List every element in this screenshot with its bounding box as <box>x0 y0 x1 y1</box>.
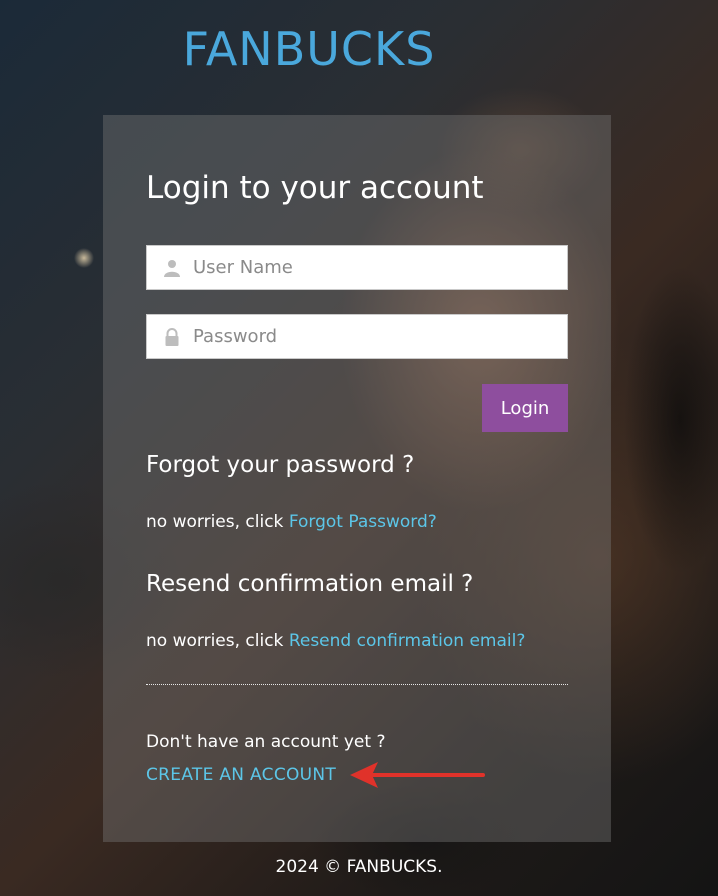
user-icon <box>164 260 180 277</box>
resend-text: no worries, click Resend confirmation em… <box>146 631 525 651</box>
forgot-text: no worries, click Forgot Password? <box>146 512 437 532</box>
password-field[interactable] <box>146 314 568 359</box>
divider <box>146 684 568 685</box>
red-arrow-icon <box>350 762 485 788</box>
page-title: Login to your account <box>146 170 484 206</box>
resend-prefix: no worries, click <box>146 631 289 651</box>
password-input[interactable] <box>193 315 553 358</box>
brand-logo[interactable]: FANBUCKS <box>0 22 618 76</box>
resend-heading: Resend confirmation email ? <box>146 571 474 597</box>
forgot-heading: Forgot your password ? <box>146 452 415 478</box>
username-field[interactable] <box>146 245 568 290</box>
resend-confirmation-link[interactable]: Resend confirmation email? <box>289 631 526 651</box>
login-button[interactable]: Login <box>482 384 568 432</box>
forgot-password-link[interactable]: Forgot Password? <box>289 512 437 532</box>
create-account-link[interactable]: CREATE AN ACCOUNT <box>146 765 336 785</box>
signup-question: Don't have an account yet ? <box>146 732 386 752</box>
footer-copyright: 2024 © FANBUCKS. <box>275 857 443 877</box>
lock-icon <box>165 328 179 346</box>
forgot-prefix: no worries, click <box>146 512 289 532</box>
login-panel: Login to your account Login Forgot your … <box>103 115 611 842</box>
username-input[interactable] <box>193 246 553 289</box>
